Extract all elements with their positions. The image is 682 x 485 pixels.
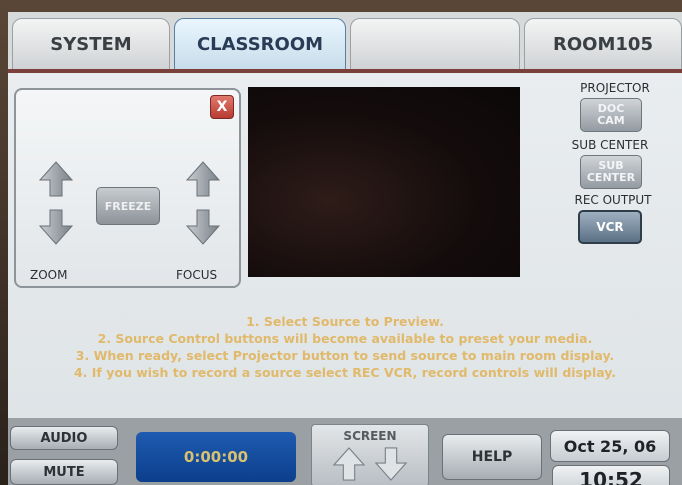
close-button[interactable]: X	[210, 95, 234, 119]
tab-bar: SYSTEM CLASSROOM ROOM105	[8, 12, 682, 72]
clock-display: 10:52	[552, 465, 670, 485]
date-display: Oct 25, 06	[550, 430, 670, 462]
focus-arrow-down-icon[interactable]	[185, 208, 221, 246]
focus-arrow-up-icon[interactable]	[185, 160, 221, 198]
help-button[interactable]: HELP	[442, 434, 542, 480]
tab-system[interactable]: SYSTEM	[12, 18, 170, 70]
mute-label: MUTE	[43, 464, 85, 480]
screen-up-arrow-icon[interactable]	[332, 445, 366, 483]
timer-display: 0:00:00	[136, 432, 296, 482]
tab-classroom[interactable]: CLASSROOM	[174, 18, 346, 70]
help-label: HELP	[471, 449, 513, 465]
tab-label: ROOM105	[553, 33, 653, 55]
timer-value: 0:00:00	[183, 448, 249, 466]
screen-down-arrow-icon[interactable]	[374, 445, 408, 483]
doc-cam-button[interactable]: DOC CAM	[580, 98, 642, 132]
zoom-in-arrow-up-icon[interactable]	[38, 160, 74, 198]
sub-center-label: SUB CENTER	[571, 138, 649, 152]
instruction-line: 1. Select Source to Preview.	[246, 314, 444, 329]
tab-room105[interactable]: ROOM105	[524, 18, 682, 70]
screen-control: SCREEN	[311, 424, 429, 485]
freeze-button[interactable]: FREEZE	[96, 187, 160, 225]
rec-output-label: REC OUTPUT	[574, 193, 652, 207]
sub-center-button[interactable]: SUB CENTER	[580, 155, 642, 189]
instruction-line: 4. If you wish to record a source select…	[73, 365, 617, 380]
instruction-line: 2. Source Control buttons will become av…	[97, 331, 593, 346]
preview-window	[248, 87, 520, 277]
screen-label: SCREEN	[343, 429, 397, 443]
main-panel: X FREEZE ZOOM FOCUS PROJECTOR DOC CAM SU…	[8, 73, 682, 418]
doc-cam-label-line2: CAM	[597, 114, 625, 127]
clock-value: 10:52	[579, 468, 643, 485]
audio-button[interactable]: AUDIO	[10, 426, 118, 450]
camera-control-panel: X FREEZE ZOOM FOCUS	[14, 88, 241, 288]
projector-label: PROJECTOR	[580, 81, 650, 95]
freeze-label: FREEZE	[104, 199, 152, 213]
focus-label: FOCUS	[176, 268, 218, 282]
audio-label: AUDIO	[40, 430, 88, 446]
close-icon: X	[216, 99, 228, 115]
vcr-label: VCR	[596, 220, 624, 234]
tab-label: SYSTEM	[50, 33, 132, 55]
instructions-text: 1. Select Source to Preview. 2. Source C…	[8, 313, 682, 381]
zoom-label: ZOOM	[30, 268, 68, 282]
sub-center-label-line2: CENTER	[586, 171, 636, 184]
tab-label: CLASSROOM	[196, 33, 324, 55]
instruction-line: 3. When ready, select Projector button t…	[75, 348, 615, 363]
date-value: Oct 25, 06	[563, 436, 657, 456]
mute-button[interactable]: MUTE	[10, 459, 118, 485]
zoom-out-arrow-down-icon[interactable]	[38, 208, 74, 246]
bottom-bar: AUDIO MUTE 0:00:00 SCREEN HELP Oct 25, 0…	[8, 418, 682, 485]
tab-blank[interactable]	[350, 18, 520, 70]
vcr-button[interactable]: VCR	[578, 210, 642, 244]
touch-screen: SYSTEM CLASSROOM ROOM105 X FREEZE ZOOM F…	[8, 12, 682, 485]
